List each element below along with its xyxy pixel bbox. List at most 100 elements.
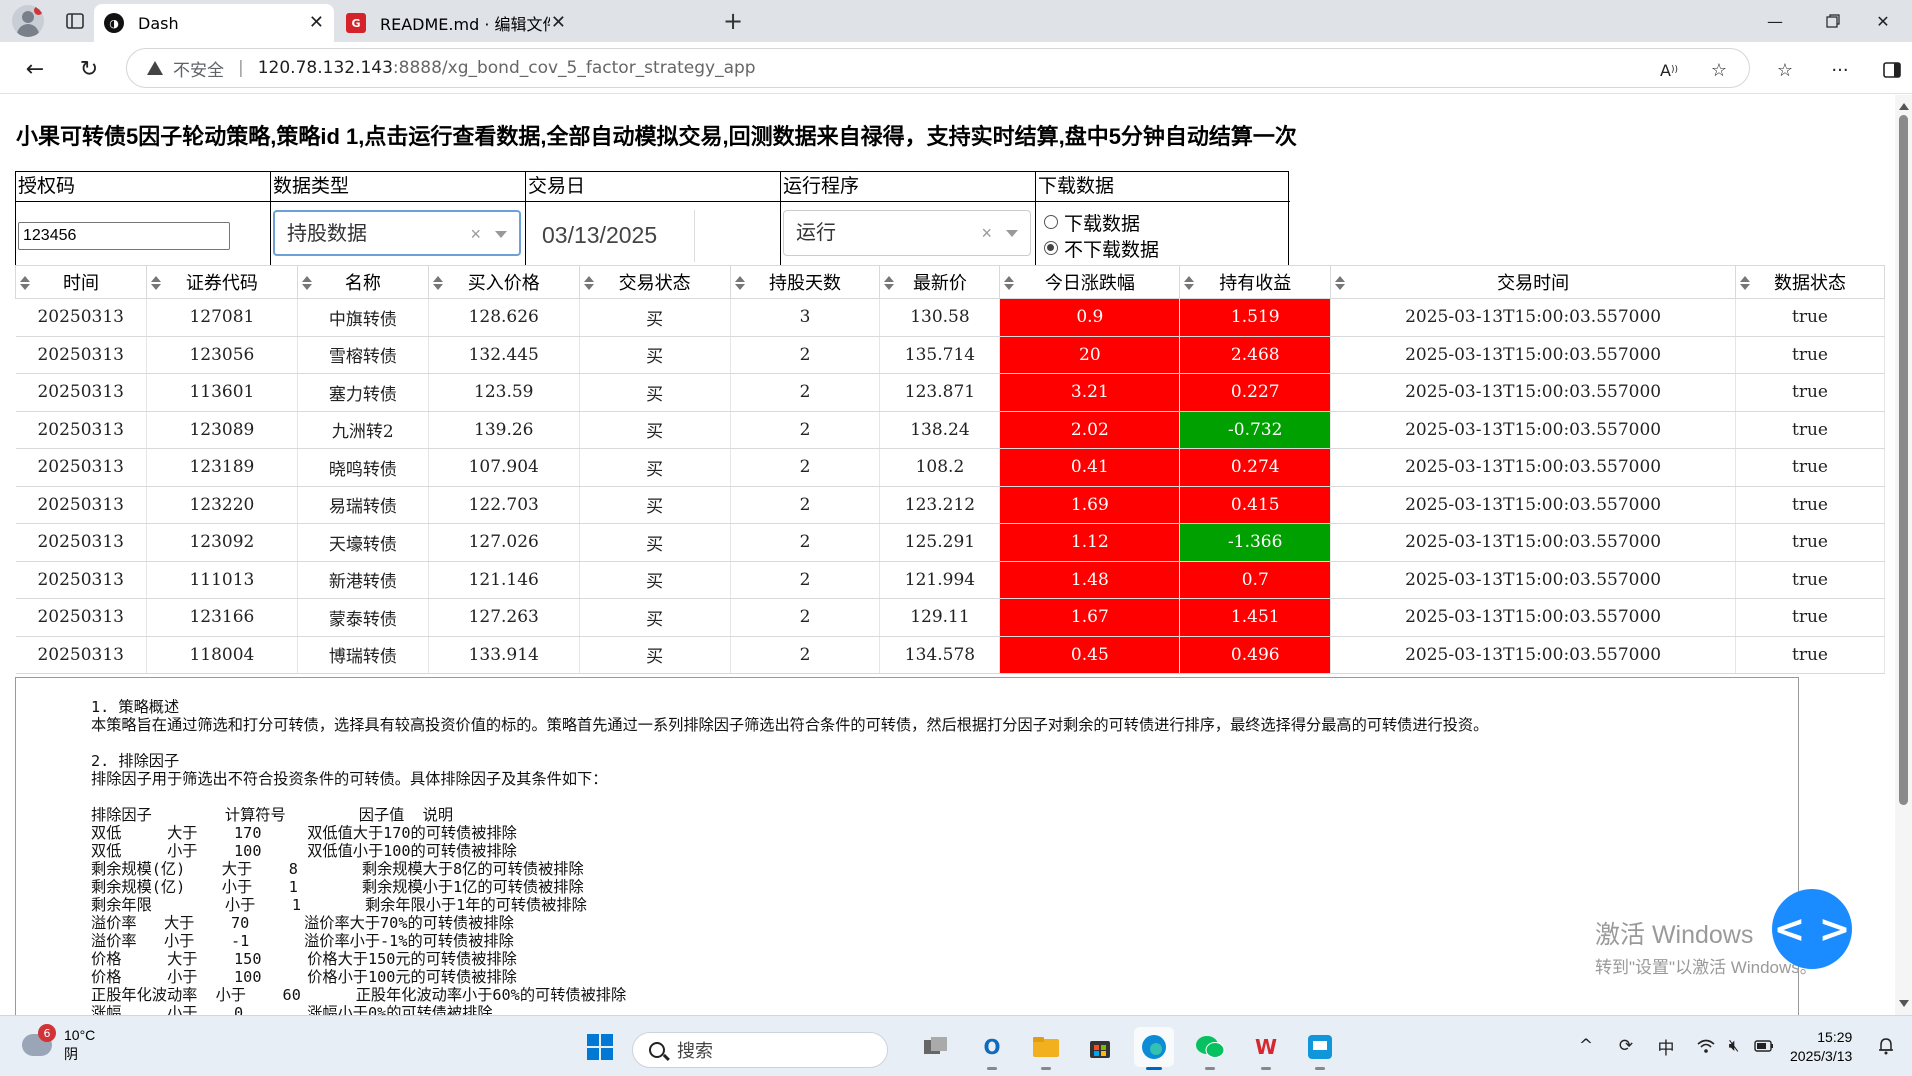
sort-icon[interactable] [884, 276, 895, 290]
column-header[interactable]: 交易状态 [578, 265, 731, 299]
close-tab-icon[interactable]: ✕ [309, 12, 324, 33]
edge-icon[interactable] [1134, 1027, 1174, 1070]
radio-no-download[interactable]: 不下载数据 [1044, 236, 1159, 261]
wps-icon[interactable]: W [1246, 1027, 1286, 1070]
table-cell: 135.714 [879, 336, 1001, 374]
radio-circle[interactable] [1044, 241, 1058, 255]
table-cell: 2 [730, 336, 881, 374]
column-header[interactable]: 持股天数 [729, 265, 881, 299]
data-type-dropdown[interactable]: 持股数据 × [273, 210, 521, 256]
minimize-icon[interactable]: — [1752, 6, 1798, 36]
wifi-icon[interactable] [1694, 1032, 1718, 1060]
profile-avatar[interactable] [12, 5, 44, 37]
new-tab-icon[interactable]: + [718, 6, 748, 36]
description-line [91, 788, 1488, 806]
address-bar[interactable]: 不安全 | 120.78.132.143:8888/xg_bond_cov_5_… [126, 48, 1750, 88]
scroll-up-icon[interactable] [1899, 103, 1909, 110]
table-row[interactable]: 20250313 123092 天壕转债 127.026 买 2 125.291 1.12 -1… [15, 523, 1885, 562]
store-icon[interactable] [1080, 1027, 1120, 1067]
close-window-icon[interactable]: ✕ [1860, 6, 1906, 36]
table-row[interactable]: 20250313 113601 塞力转债 123.59 买 2 123.871 3.21 0.2… [15, 373, 1885, 412]
table-cell: 20250313 [15, 411, 147, 449]
column-header[interactable]: 最新价 [879, 265, 1001, 299]
table-row[interactable]: 20250313 123220 易瑞转债 122.703 买 2 123.212 1.69 0.… [15, 486, 1885, 524]
file-explorer-icon[interactable] [1026, 1027, 1066, 1070]
column-header[interactable]: 名称 [296, 265, 429, 299]
column-header[interactable]: 数据状态 [1735, 265, 1885, 299]
tab-actions-icon[interactable] [60, 6, 90, 36]
auth-header: 授权码 [16, 172, 270, 202]
description-line: 溢价率 小于 -1 溢价率小于-1%的可转债被排除 [91, 932, 514, 950]
volume-muted-icon[interactable]: 🔇︎ [1722, 1032, 1746, 1060]
table-row[interactable]: 20250313 111013 新港转债 121.146 买 2 121.994 1.48 0.… [15, 561, 1885, 599]
read-aloud-icon[interactable]: A)) [1655, 56, 1683, 84]
radio-download[interactable]: 下载数据 [1044, 210, 1140, 235]
column-header[interactable]: 买入价格 [427, 265, 580, 299]
app-icon[interactable] [1300, 1027, 1340, 1070]
battery-icon[interactable] [1752, 1032, 1776, 1060]
scroll-down-icon[interactable] [1899, 1000, 1909, 1007]
clear-icon[interactable]: × [981, 211, 992, 255]
radio-circle[interactable] [1044, 215, 1058, 229]
notification-bell-icon[interactable] [1874, 1032, 1898, 1060]
sort-icon[interactable] [583, 276, 594, 290]
sort-icon[interactable] [1004, 276, 1015, 290]
outlook-icon[interactable]: O [972, 1027, 1012, 1070]
table-row[interactable]: 20250313 123056 雪榕转债 132.445 买 2 135.714 20 2.46… [15, 336, 1885, 374]
table-cell: 2025-03-13T15:00:03.557000 [1330, 561, 1737, 599]
table-cell: 1.451 [1179, 598, 1332, 637]
sort-icon[interactable] [1184, 276, 1195, 290]
table-cell: 127.263 [428, 598, 580, 637]
weather-widget[interactable]: 6 10°C 阴 [22, 1024, 95, 1064]
chevron-down-icon[interactable] [495, 231, 507, 238]
more-menu-icon[interactable]: ··· [1826, 56, 1854, 84]
column-header[interactable]: 证券代码 [145, 265, 298, 299]
sort-icon[interactable] [1335, 276, 1346, 290]
auth-code-input[interactable]: 123456 [18, 222, 230, 250]
sort-icon[interactable] [150, 276, 161, 290]
sort-icon[interactable] [1740, 276, 1751, 290]
table-cell: 20 [999, 336, 1181, 374]
table-row[interactable]: 20250313 127081 中旗转债 128.626 买 3 130.58 0.9 1.51… [15, 298, 1885, 337]
description-text: 1. 策略概述 本策略旨在通过筛选和打分可转债，选择具有较高投资价值的标的。策略首… [91, 698, 1488, 1015]
column-header[interactable]: 时间 [15, 265, 147, 299]
scroll-thumb[interactable] [1899, 115, 1908, 805]
table-row[interactable]: 20250313 123089 九洲转2 139.26 买 2 138.24 2.02 -0.7… [15, 411, 1885, 449]
table-cell: 1.48 [999, 561, 1181, 599]
taskbar-search[interactable]: 搜索 [632, 1032, 888, 1068]
code-toggle-button[interactable]: < > [1772, 889, 1852, 969]
clear-icon[interactable]: × [470, 212, 481, 256]
trade-date-picker[interactable]: 03/13/2025 [528, 210, 695, 262]
sort-icon[interactable] [301, 276, 312, 290]
start-button[interactable] [580, 1027, 620, 1067]
task-view-icon[interactable] [916, 1027, 956, 1067]
system-clock[interactable]: 15:29 2025/3/13 [1790, 1028, 1852, 1066]
back-arrow-icon[interactable]: ← [18, 52, 52, 86]
wechat-icon[interactable] [1190, 1027, 1230, 1070]
table-row[interactable]: 20250313 118004 博瑞转债 133.914 买 2 134.578 0.45 0.… [15, 636, 1885, 674]
table-row[interactable]: 20250313 123189 晓鸣转债 107.904 买 2 108.2 0.41 0.27… [15, 448, 1885, 487]
sort-icon[interactable] [20, 276, 30, 290]
tab-dash[interactable]: ◑ Dash ✕ [94, 4, 334, 42]
column-header[interactable]: 今日涨跌幅 [999, 265, 1181, 299]
restore-icon[interactable] [1810, 6, 1856, 36]
close-tab-icon[interactable]: ✕ [551, 12, 566, 33]
favorite-star-icon[interactable]: ☆ [1705, 56, 1733, 84]
table-row[interactable]: 20250313 123166 蒙泰转债 127.263 买 2 129.11 1.67 1.4… [15, 598, 1885, 637]
run-dropdown[interactable]: 运行 × [783, 210, 1031, 256]
table-cell: 买 [579, 598, 731, 637]
chevron-up-icon[interactable]: ^ [1574, 1032, 1598, 1060]
favorites-list-icon[interactable]: ☆ [1771, 56, 1799, 84]
sidebar-toggle-icon[interactable] [1878, 56, 1906, 84]
sort-icon[interactable] [432, 276, 443, 290]
tab-readme[interactable]: G README.md · 编辑文件 · 小果量化 ✕ [336, 4, 576, 42]
page-scrollbar[interactable] [1895, 95, 1912, 1015]
sync-icon[interactable]: ⟳ [1614, 1032, 1638, 1060]
reload-icon[interactable]: ↻ [72, 52, 106, 86]
column-header[interactable]: 交易时间 [1330, 265, 1737, 299]
column-header[interactable]: 持有收益 [1179, 265, 1332, 299]
chevron-down-icon[interactable] [1006, 230, 1018, 237]
table-cell: true [1735, 411, 1885, 449]
ime-indicator[interactable]: 中 [1654, 1032, 1678, 1060]
sort-icon[interactable] [734, 276, 745, 290]
